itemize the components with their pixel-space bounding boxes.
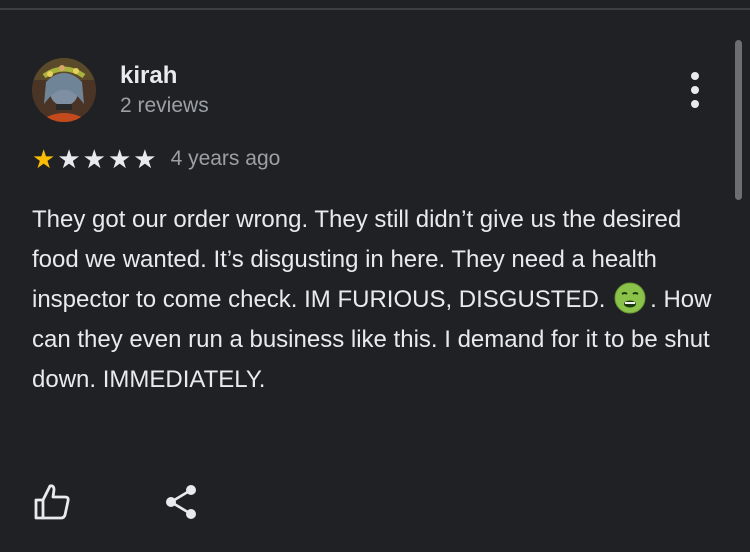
star-rating: ★ ★ ★ ★ ★ — [32, 146, 159, 172]
top-divider — [0, 8, 750, 10]
more-options-button[interactable] — [680, 70, 710, 110]
review-card: kirah 2 reviews ★ ★ ★ ★ ★ 4 years ago They g… — [32, 58, 712, 520]
scrollbar[interactable] — [735, 40, 742, 200]
rating-row: ★ ★ ★ ★ ★ 4 years ago — [32, 146, 280, 172]
profile-photo-icon — [32, 58, 96, 122]
review-date: 4 years ago — [170, 147, 281, 170]
avatar[interactable] — [32, 58, 96, 122]
author-review-count[interactable]: 2 reviews — [120, 94, 209, 118]
share-button[interactable] — [162, 482, 202, 522]
like-button[interactable] — [32, 482, 72, 522]
review-header: kirah 2 reviews — [32, 58, 712, 124]
star-empty-icon: ★ — [57, 144, 81, 174]
more-vert-icon — [691, 72, 699, 80]
star-empty-icon: ★ — [82, 144, 106, 174]
review-actions — [32, 482, 232, 522]
star-empty-icon: ★ — [107, 144, 132, 174]
share-icon — [166, 485, 196, 519]
author-name[interactable]: kirah — [120, 62, 177, 90]
star-empty-icon: ★ — [133, 144, 157, 174]
star-filled-icon: ★ — [32, 144, 56, 174]
review-text: They got our order wrong. They still did… — [32, 200, 712, 400]
thumbs-up-icon — [34, 484, 70, 520]
review-text-part-1: They got our order wrong. They still did… — [32, 206, 682, 313]
nauseated-face-icon — [614, 282, 646, 314]
